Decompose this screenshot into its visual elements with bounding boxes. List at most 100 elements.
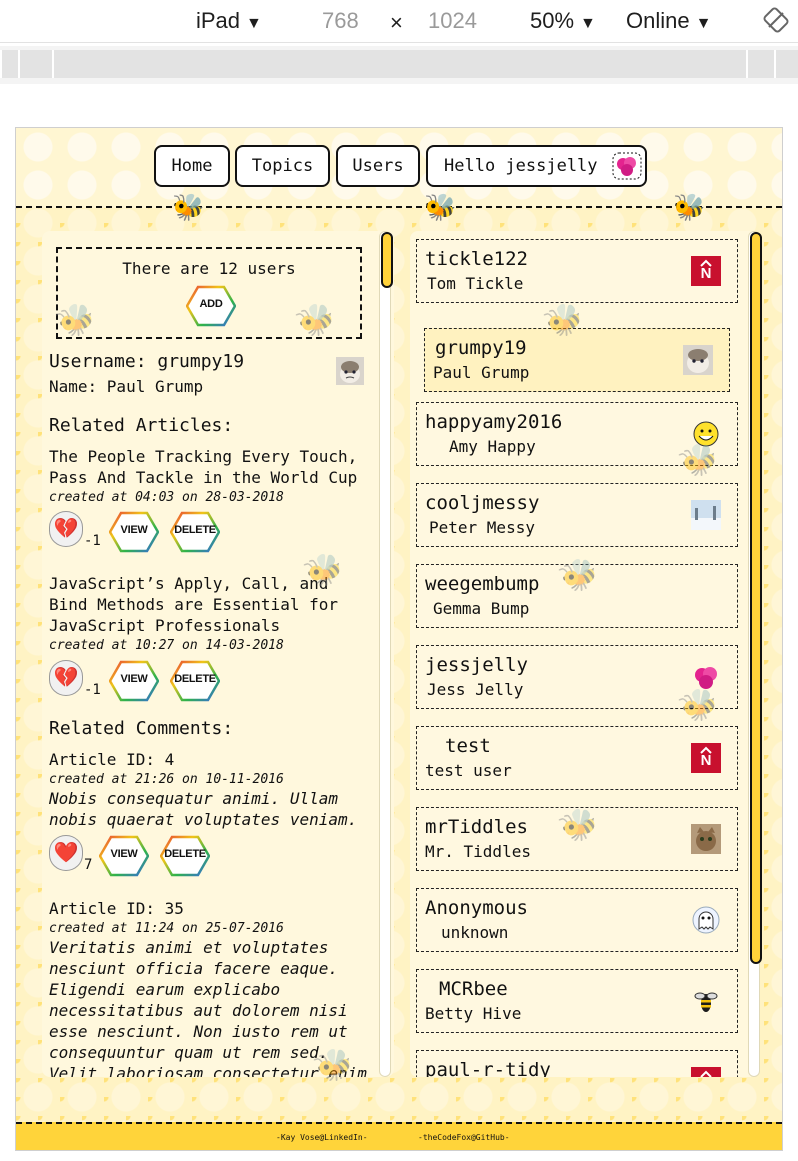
related-comments-heading: Related Comments: <box>49 718 234 739</box>
comment-body-line: necessitatibus aut dolorem nisi <box>49 1001 348 1020</box>
user-card-name: Tom Tickle <box>427 274 524 293</box>
broken-heart-vote-button[interactable]: 💔 <box>49 511 83 547</box>
height-field[interactable]: 1024 <box>428 8 477 34</box>
article-title-line[interactable]: The People Tracking Every Touch, <box>49 447 357 466</box>
article-vote-count: -1 <box>84 533 101 549</box>
network-label: Online <box>626 8 690 33</box>
user-card-username: paul-r-tidy <box>425 1059 551 1077</box>
user-card-username: weegembump <box>425 573 540 595</box>
site-header: Home Topics Users Hello jessjelly <box>16 128 782 208</box>
view-article-button[interactable]: VIEW <box>108 660 160 702</box>
user-card[interactable]: test test user N <box>416 726 738 790</box>
user-card[interactable]: Anonymous unknown <box>416 888 738 952</box>
user-card[interactable]: tickle122 Tom Tickle N <box>416 239 738 303</box>
delete-label: DELETE <box>174 673 216 685</box>
hello-user-label: Hello jessjelly <box>444 156 598 176</box>
article-vote-count: -1 <box>84 682 101 698</box>
profile-name: Name: Paul Grump <box>49 377 204 396</box>
devtools-toolbar: iPad ▼ 768 × 1024 50% ▼ Online ▼ <box>0 0 798 43</box>
user-card-name: Gemma Bump <box>433 599 530 618</box>
comment-body-line: consequuntur quam ut rem sed. <box>49 1043 329 1062</box>
broken-heart-icon: 💔 <box>53 667 79 689</box>
user-avatar-icon <box>612 152 642 180</box>
bee-icon: 🐝 <box>172 192 205 222</box>
network-select[interactable]: Online ▼ <box>626 8 711 34</box>
linkedin-link[interactable]: -Kay Vose@LinkedIn- <box>276 1133 368 1142</box>
right-scrollbar-thumb[interactable] <box>750 232 762 964</box>
delete-label: DELETE <box>174 524 216 536</box>
user-card-name: Amy Happy <box>449 437 536 456</box>
zoom-label: 50% <box>530 8 575 33</box>
width-field[interactable]: 768 <box>322 8 359 34</box>
comment-created: created at 11:24 on 25-07-2016 <box>49 921 284 936</box>
comment-body-line: Veritatis animi et voluptates <box>49 938 329 957</box>
ghost-icon <box>692 906 720 934</box>
user-card[interactable]: MCRbee Betty Hive <box>416 969 738 1033</box>
user-card[interactable]: paul-r-tidy <box>416 1050 738 1077</box>
chevron-down-icon: ▼ <box>580 15 596 32</box>
user-card-name: Paul Grump <box>433 363 530 382</box>
comment-article-id: Article ID: 35 <box>49 899 184 918</box>
comment-body-line: nobis quaerat voluptates veniam. <box>49 810 358 829</box>
view-article-button[interactable]: VIEW <box>108 511 160 553</box>
times-icon: × <box>390 10 403 35</box>
user-card-username: test <box>445 735 491 757</box>
media-query-bar <box>0 46 798 84</box>
left-scrollbar[interactable] <box>379 231 393 1077</box>
left-scrollbar-thumb[interactable] <box>381 232 393 288</box>
delete-article-button[interactable]: DELETE <box>169 660 221 702</box>
chevron-down-icon: ▼ <box>246 15 262 32</box>
rotate-icon[interactable] <box>762 6 790 34</box>
red-n-logo-icon: N <box>691 743 721 773</box>
rainbow-heart-vote-button[interactable]: ❤️ <box>49 835 83 871</box>
comment-vote-count: 7 <box>84 857 93 873</box>
comment-body-line: nesciunt officia facere eaque. <box>49 959 338 978</box>
view-comment-button[interactable]: VIEW <box>98 835 150 877</box>
nav-topics-button[interactable]: Topics <box>235 145 330 187</box>
related-articles-heading: Related Articles: <box>49 415 234 436</box>
user-count-text: There are 12 users <box>122 259 296 278</box>
article-title-line[interactable]: JavaScript Professionals <box>49 616 280 635</box>
article-title-line[interactable]: Pass And Tackle in the World Cup <box>49 468 357 487</box>
ruler-segment[interactable] <box>0 50 18 78</box>
view-label: VIEW <box>120 673 148 685</box>
user-list-panel[interactable]: tickle122 Tom Tickle N grumpy19 Paul Gru… <box>410 231 760 1077</box>
ruler-segment[interactable] <box>52 50 746 78</box>
user-card[interactable]: cooljmessy Peter Messy <box>416 483 738 547</box>
delete-comment-button[interactable]: DELETE <box>159 835 211 877</box>
github-link[interactable]: -theCodeFox@GitHub- <box>418 1133 510 1142</box>
user-card-selected[interactable]: grumpy19 Paul Grump <box>424 328 730 392</box>
broken-heart-icon: 💔 <box>53 518 79 540</box>
ruler-segment[interactable] <box>18 50 52 78</box>
snowy-landscape-avatar <box>691 500 721 530</box>
right-scrollbar[interactable] <box>748 231 762 1077</box>
article-created: created at 04:03 on 28-03-2018 <box>49 490 284 505</box>
nav-home-button[interactable]: Home <box>154 145 230 187</box>
add-user-button[interactable]: ADD <box>185 285 237 327</box>
red-n-logo-icon: N <box>691 256 721 286</box>
view-label: VIEW <box>110 848 138 860</box>
user-card-username: jessjelly <box>425 654 528 676</box>
article-title-line[interactable]: JavaScript’s Apply, Call, and <box>49 574 328 593</box>
ruler-segment[interactable] <box>746 50 774 78</box>
zoom-select[interactable]: 50% ▼ <box>530 8 596 34</box>
user-detail-panel[interactable]: There are 12 users ADD Username: grumpy1… <box>42 231 394 1077</box>
red-n-logo-icon <box>691 1067 721 1077</box>
delete-label: DELETE <box>164 848 206 860</box>
delete-article-button[interactable]: DELETE <box>169 511 221 553</box>
user-card-username: happyamy2016 <box>425 411 563 433</box>
broken-heart-vote-button[interactable]: 💔 <box>49 660 83 696</box>
article-title-line[interactable]: Bind Methods are Essential for <box>49 595 338 614</box>
ruler-segment[interactable] <box>774 50 798 78</box>
device-select[interactable]: iPad ▼ <box>196 8 262 34</box>
nav-users-button[interactable]: Users <box>336 145 420 187</box>
user-card-name: unknown <box>441 923 509 942</box>
user-card-username: cooljmessy <box>425 492 540 514</box>
tabby-cat-avatar <box>691 824 721 854</box>
article-created: created at 10:27 on 14-03-2018 <box>49 638 284 653</box>
user-card-username: MCRbee <box>439 978 508 1000</box>
profile-username: Username: grumpy19 <box>49 351 245 372</box>
nav-user-menu[interactable]: Hello jessjelly <box>426 145 647 187</box>
comment-article-id: Article ID: 4 <box>49 750 175 769</box>
comment-created: created at 21:26 on 10-11-2016 <box>49 772 284 787</box>
